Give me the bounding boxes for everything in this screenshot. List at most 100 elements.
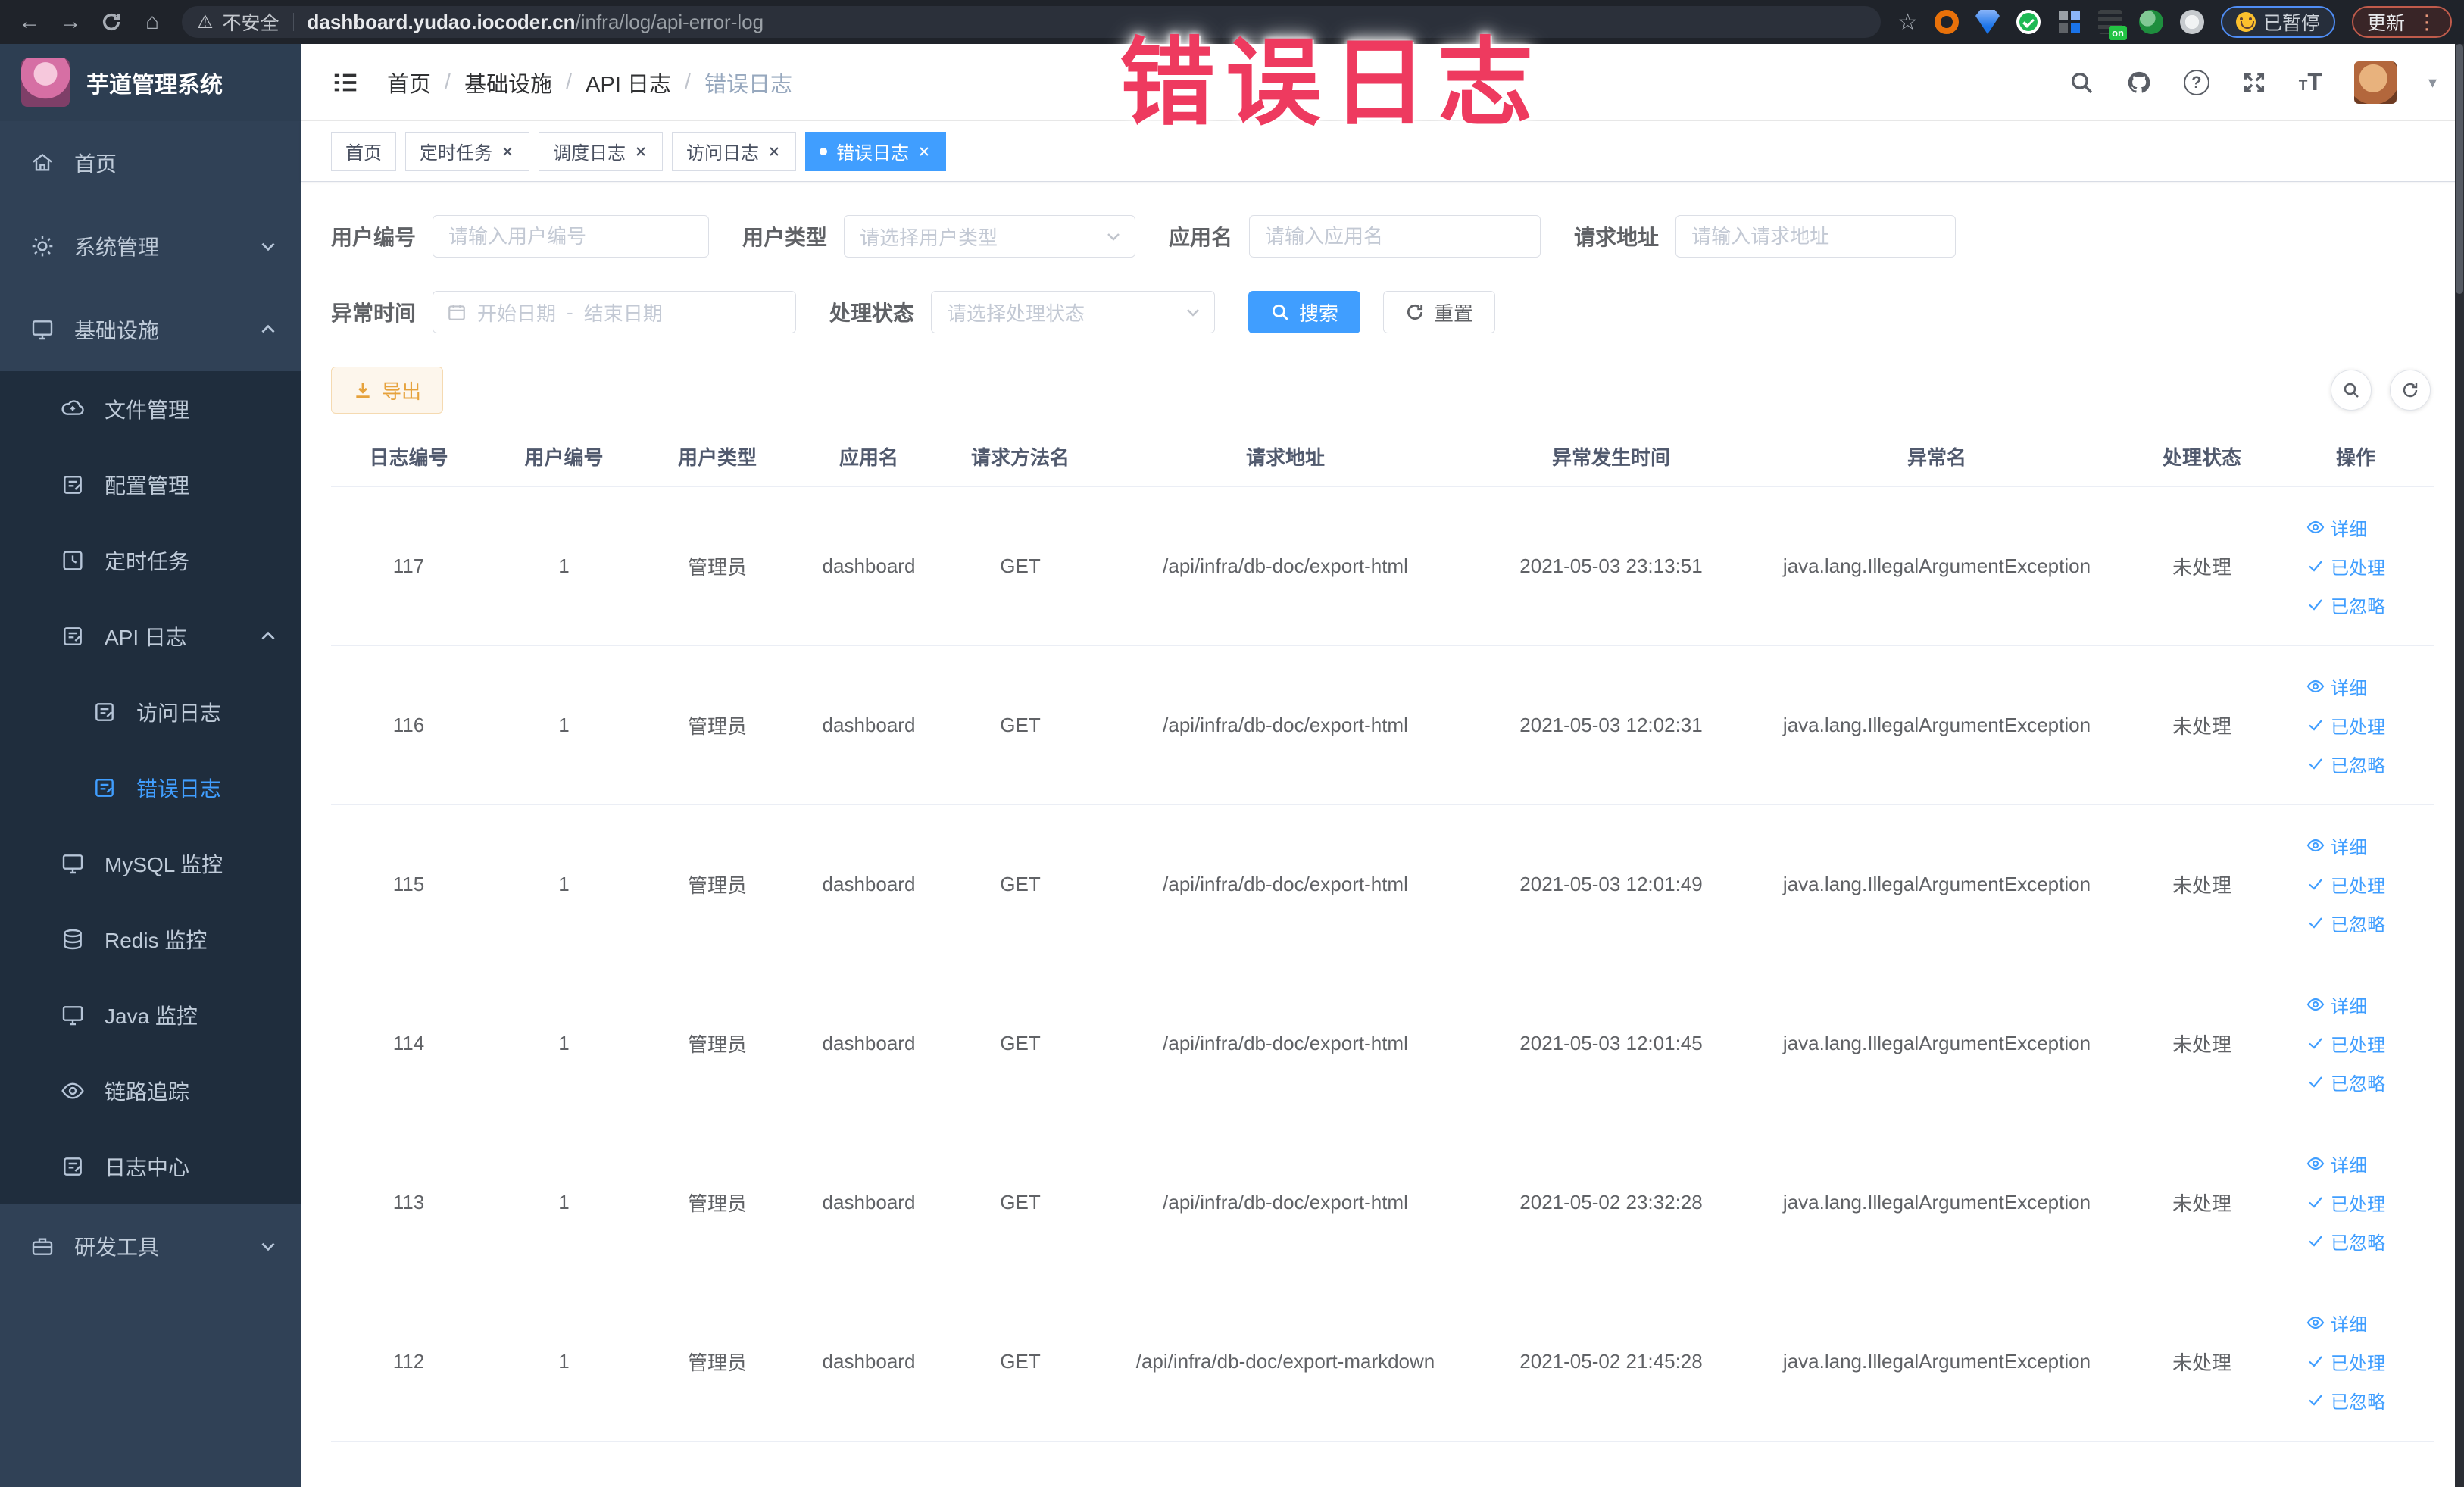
extension-icon[interactable]	[2138, 10, 2163, 34]
reset-button[interactable]: 重置	[1383, 291, 1496, 333]
process-status-label: 处理状态	[829, 301, 915, 325]
ignored-link[interactable]: 已忽略	[2306, 1228, 2385, 1254]
processed-link[interactable]: 已处理	[2306, 871, 2385, 898]
eye-icon	[2306, 518, 2325, 536]
address-bar[interactable]: ⚠ 不安全 dashboard.yudao.iocoder.cn/infra/l…	[182, 6, 1882, 38]
process-status-select[interactable]: 请选择处理状态	[931, 291, 1216, 333]
sidebar-fold-icon[interactable]	[331, 68, 360, 97]
processed-link[interactable]: 已处理	[2306, 1348, 2385, 1375]
breadcrumb-api-log[interactable]: API 日志	[586, 67, 671, 98]
sidebar-item-system[interactable]: 系统管理	[0, 205, 301, 288]
export-button[interactable]: 导出	[331, 367, 444, 414]
sidebar-item-home[interactable]: 首页	[0, 121, 301, 205]
page-scrollbar[interactable]	[2455, 44, 2464, 1487]
detail-link[interactable]: 详细	[2306, 1310, 2367, 1336]
tag-home[interactable]: 首页	[331, 131, 396, 171]
exception-time-range-picker[interactable]: 开始日期 - 结束日期	[433, 291, 797, 333]
processed-link[interactable]: 已处理	[2306, 712, 2385, 739]
sidebar-item-mysql-monitor[interactable]: MySQL 监控	[0, 826, 301, 901]
briefcase-icon	[30, 1234, 55, 1258]
sidebar-item-api-log[interactable]: API 日志	[0, 598, 301, 674]
table-row: 117 1 管理员 dashboard GET/api/infra/db-doc/e…	[331, 486, 2434, 646]
avatar-caret-icon[interactable]: ▾	[2428, 73, 2437, 92]
search-icon[interactable]	[2069, 70, 2094, 95]
processed-link[interactable]: 已处理	[2306, 553, 2385, 579]
sidebar-item-java-monitor[interactable]: Java 监控	[0, 977, 301, 1053]
browser-back-icon[interactable]: ←	[12, 5, 47, 39]
security-label[interactable]: 不安全	[223, 8, 280, 36]
table-toolbar: 导出	[331, 367, 2434, 414]
log-doc-icon	[61, 1154, 85, 1179]
app-name-input[interactable]	[1249, 215, 1541, 258]
sidebar-item-scheduled-task[interactable]: 定时任务	[0, 523, 301, 598]
detail-link[interactable]: 详细	[2306, 992, 2367, 1018]
tag-error-log[interactable]: 错误日志	[805, 131, 946, 171]
sidebar-item-dev-tools[interactable]: 研发工具	[0, 1204, 301, 1288]
browser-reload-icon[interactable]	[94, 5, 129, 39]
browser-forward-icon[interactable]: →	[53, 5, 88, 39]
fullscreen-icon[interactable]	[2241, 70, 2267, 95]
close-icon[interactable]	[500, 144, 515, 159]
sidebar-item-access-log[interactable]: 访问日志	[0, 674, 301, 750]
ignored-link[interactable]: 已忽略	[2306, 910, 2385, 936]
bookmark-star-icon[interactable]: ☆	[1897, 9, 1918, 36]
browser-menu-icon[interactable]: ⋮	[2417, 12, 2437, 32]
close-icon[interactable]	[767, 144, 782, 159]
ignored-link[interactable]: 已忽略	[2306, 592, 2385, 618]
sidebar-item-file-manage[interactable]: 文件管理	[0, 371, 301, 447]
close-icon[interactable]	[633, 144, 648, 159]
ignored-link[interactable]: 已忽略	[2306, 1387, 2385, 1414]
search-icon	[2342, 381, 2360, 399]
extension-icon[interactable]: on	[2097, 10, 2127, 40]
processed-link[interactable]: 已处理	[2306, 1030, 2385, 1057]
extension-icon[interactable]	[2016, 10, 2041, 34]
col-request-url: 请求地址	[1096, 427, 1475, 487]
toggle-search-button[interactable]	[2331, 370, 2372, 411]
tag-access-log[interactable]: 访问日志	[672, 131, 796, 171]
monitor-icon	[30, 317, 55, 342]
sidebar-item-config-manage[interactable]: 配置管理	[0, 447, 301, 523]
breadcrumb-home[interactable]: 首页	[387, 67, 431, 98]
user-avatar[interactable]	[2353, 61, 2397, 104]
eye-icon	[2306, 995, 2325, 1014]
sidebar-item-infra[interactable]: 基础设施	[0, 288, 301, 371]
sidebar-item-log-center[interactable]: 日志中心	[0, 1129, 301, 1204]
user-type-select[interactable]: 请选择用户类型	[844, 215, 1136, 258]
chevron-down-icon	[258, 236, 278, 256]
app-logo[interactable]: 芋道管理系统	[0, 44, 301, 121]
github-icon[interactable]	[2126, 70, 2152, 95]
ignored-link[interactable]: 已忽略	[2306, 751, 2385, 777]
log-doc-icon	[92, 700, 117, 724]
user-id-input[interactable]	[433, 215, 710, 258]
detail-link[interactable]: 详细	[2306, 1151, 2367, 1177]
sidebar-item-error-log[interactable]: 错误日志	[0, 750, 301, 826]
extension-paused-pill[interactable]: 已暂停	[2220, 6, 2335, 38]
extension-icon[interactable]	[2179, 10, 2204, 34]
extension-icon[interactable]	[1934, 10, 1959, 34]
sidebar-item-redis-monitor[interactable]: Redis 监控	[0, 901, 301, 977]
browser-home-icon[interactable]: ⌂	[135, 5, 170, 39]
font-size-icon[interactable]: TT	[2299, 68, 2322, 96]
eye-icon	[61, 1079, 85, 1103]
extension-icon[interactable]	[2056, 10, 2081, 34]
browser-update-button[interactable]: 更新 ⋮	[2351, 6, 2452, 38]
extension-icon[interactable]	[1975, 10, 2000, 34]
breadcrumb-infra[interactable]: 基础设施	[464, 67, 552, 98]
detail-link[interactable]: 详细	[2306, 673, 2367, 700]
request-url-label: 请求地址	[1574, 226, 1660, 249]
ignored-link[interactable]: 已忽略	[2306, 1069, 2385, 1095]
scrollbar-thumb[interactable]	[2456, 44, 2463, 294]
help-icon[interactable]: ?	[2183, 69, 2209, 95]
sidebar-item-trace[interactable]: 链路追踪	[0, 1053, 301, 1129]
tag-schedule-log[interactable]: 调度日志	[539, 131, 663, 171]
detail-link[interactable]: 详细	[2306, 833, 2367, 859]
refresh-table-button[interactable]	[2390, 370, 2431, 411]
close-icon[interactable]	[917, 144, 932, 159]
check-icon	[2306, 1391, 2325, 1409]
right-toolbar	[2331, 370, 2431, 411]
search-button[interactable]: 搜索	[1248, 291, 1361, 333]
request-url-input[interactable]	[1675, 215, 1957, 258]
detail-link[interactable]: 详细	[2306, 514, 2367, 541]
tag-scheduled-task[interactable]: 定时任务	[405, 131, 529, 171]
processed-link[interactable]: 已处理	[2306, 1189, 2385, 1216]
